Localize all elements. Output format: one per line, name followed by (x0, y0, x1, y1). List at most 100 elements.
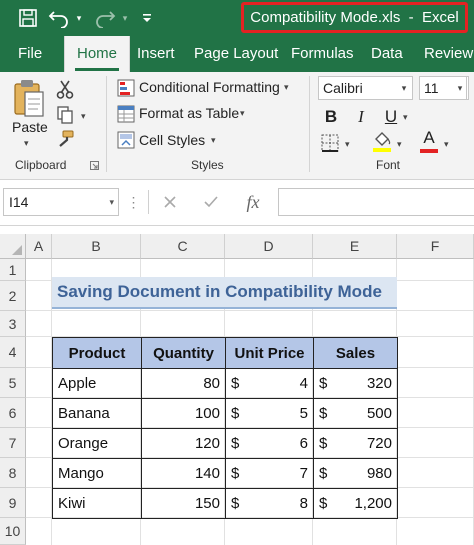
sales-value: 720 (366, 435, 392, 452)
format-painter-icon[interactable] (54, 128, 76, 150)
font-color-dropdown-icon[interactable]: ▾ (444, 139, 449, 150)
paste-button[interactable]: Paste (12, 119, 48, 135)
tab-review[interactable]: Review (424, 36, 473, 72)
styles-group-label: Styles (191, 158, 224, 172)
header-product[interactable]: Product (52, 337, 142, 369)
name-box[interactable]: I14 ▾ (3, 188, 119, 216)
cell-unit-price[interactable]: $7 (225, 458, 314, 489)
conditional-formatting-dropdown-icon[interactable]: ▾ (284, 82, 289, 93)
conditional-formatting-icon[interactable] (116, 78, 136, 98)
copy-icon[interactable] (54, 104, 76, 126)
column-header-c[interactable]: C (141, 234, 225, 259)
sheet-heading[interactable]: Saving Document in Compatibility Mode (52, 277, 397, 309)
currency-symbol: $ (319, 495, 328, 512)
cell-unit-price[interactable]: $6 (225, 428, 314, 459)
cell-product[interactable]: Banana (52, 398, 142, 429)
cell-styles-dropdown-icon[interactable]: ▾ (211, 135, 216, 146)
undo-icon[interactable] (46, 0, 72, 36)
cut-icon[interactable] (54, 78, 76, 100)
cell-product[interactable]: Kiwi (52, 488, 142, 519)
font-name-select[interactable]: Calibri ▾ (318, 76, 413, 100)
borders-dropdown-icon[interactable]: ▾ (345, 139, 350, 150)
font-size-select[interactable]: 11 ▾ (419, 76, 469, 100)
format-as-table-icon[interactable] (116, 104, 136, 124)
row-header-1[interactable]: 1 (0, 259, 26, 281)
borders-icon[interactable] (318, 132, 342, 154)
column-header-e[interactable]: E (313, 234, 397, 259)
formula-bar-grip-icon[interactable]: ⋮ (126, 188, 141, 216)
cell-unit-price[interactable]: $4 (225, 368, 314, 399)
column-header-d[interactable]: D (225, 234, 313, 259)
cell-sales[interactable]: $500 (313, 398, 398, 429)
tab-home[interactable]: Home (64, 36, 131, 73)
cell-styles-icon[interactable] (116, 130, 136, 150)
select-all-button[interactable] (0, 234, 26, 259)
cell-product[interactable]: Mango (52, 458, 142, 489)
italic-button[interactable]: I (350, 105, 372, 129)
cell-quantity[interactable]: 100 (141, 398, 226, 429)
column-header-b[interactable]: B (52, 234, 141, 259)
tab-formulas[interactable]: Formulas (291, 36, 354, 72)
unit-price-value: 6 (299, 435, 308, 452)
name-box-dropdown-icon[interactable]: ▾ (109, 189, 114, 215)
underline-dropdown-icon[interactable]: ▾ (403, 112, 408, 123)
cell-sales[interactable]: $980 (313, 458, 398, 489)
cell-product[interactable]: Apple (52, 368, 142, 399)
row-header-3[interactable]: 3 (0, 311, 26, 337)
conditional-formatting-button[interactable]: Conditional Formatting (139, 79, 280, 95)
row-header-7[interactable]: 7 (0, 428, 26, 458)
cell-sales[interactable]: $320 (313, 368, 398, 399)
row-header-8[interactable]: 8 (0, 458, 26, 488)
tab-data[interactable]: Data (371, 36, 403, 72)
column-header-a[interactable]: A (26, 234, 52, 259)
cell-quantity[interactable]: 120 (141, 428, 226, 459)
row-header-9[interactable]: 9 (0, 488, 26, 518)
window-title: Compatibility Mode.xls - Excel (241, 2, 468, 33)
cell-sales[interactable]: $720 (313, 428, 398, 459)
cell-unit-price[interactable]: $5 (225, 398, 314, 429)
cancel-icon[interactable] (157, 188, 183, 216)
cell-product[interactable]: Orange (52, 428, 142, 459)
header-unit-price[interactable]: Unit Price (225, 337, 314, 369)
row-header-2[interactable]: 2 (0, 281, 26, 311)
redo-dropdown-icon[interactable]: ▾ (118, 0, 132, 36)
clipboard-launcher-icon[interactable] (89, 159, 99, 171)
copy-dropdown-icon[interactable]: ▾ (81, 111, 86, 122)
fill-color-dropdown-icon[interactable]: ▾ (397, 139, 402, 150)
undo-dropdown-icon[interactable]: ▾ (72, 0, 86, 36)
font-name-dropdown-icon[interactable]: ▾ (396, 77, 412, 99)
cell-styles-button[interactable]: Cell Styles (139, 132, 205, 148)
cell-quantity[interactable]: 140 (141, 458, 226, 489)
row-header-4[interactable]: 4 (0, 337, 26, 368)
table-header-row: Product Quantity Unit Price Sales (52, 337, 398, 369)
header-quantity[interactable]: Quantity (141, 337, 226, 369)
fill-color-icon[interactable] (370, 128, 394, 154)
save-icon[interactable] (12, 0, 44, 36)
formula-input[interactable] (278, 188, 474, 216)
sales-value: 980 (366, 465, 392, 482)
redo-icon[interactable] (92, 0, 118, 36)
paste-dropdown-icon[interactable]: ▾ (24, 138, 29, 149)
bold-button[interactable]: B (320, 105, 342, 129)
format-as-table-button[interactable]: Format as Table (139, 105, 239, 121)
customize-toolbar-icon[interactable] (138, 0, 156, 36)
enter-icon[interactable] (198, 188, 224, 216)
row-header-10[interactable]: 10 (0, 518, 26, 545)
cell-quantity[interactable]: 80 (141, 368, 226, 399)
row-header-6[interactable]: 6 (0, 398, 26, 428)
font-color-icon[interactable]: A (417, 128, 441, 154)
paste-icon[interactable] (10, 78, 46, 118)
insert-function-icon[interactable]: fx (238, 188, 268, 216)
underline-button[interactable]: U (380, 105, 402, 129)
cell-quantity[interactable]: 150 (141, 488, 226, 519)
tab-file[interactable]: File (18, 36, 42, 72)
cell-unit-price[interactable]: $8 (225, 488, 314, 519)
ribbon: Paste ▾ ▾ Clipboard Conditional Formatti… (0, 72, 474, 180)
cell-sales[interactable]: $1,200 (313, 488, 398, 519)
format-as-table-dropdown-icon[interactable]: ▾ (240, 108, 245, 119)
tab-insert[interactable]: Insert (137, 36, 175, 72)
tab-page-layout[interactable]: Page Layout (194, 36, 278, 72)
row-header-5[interactable]: 5 (0, 368, 26, 398)
header-sales[interactable]: Sales (313, 337, 398, 369)
column-header-f[interactable]: F (397, 234, 474, 259)
